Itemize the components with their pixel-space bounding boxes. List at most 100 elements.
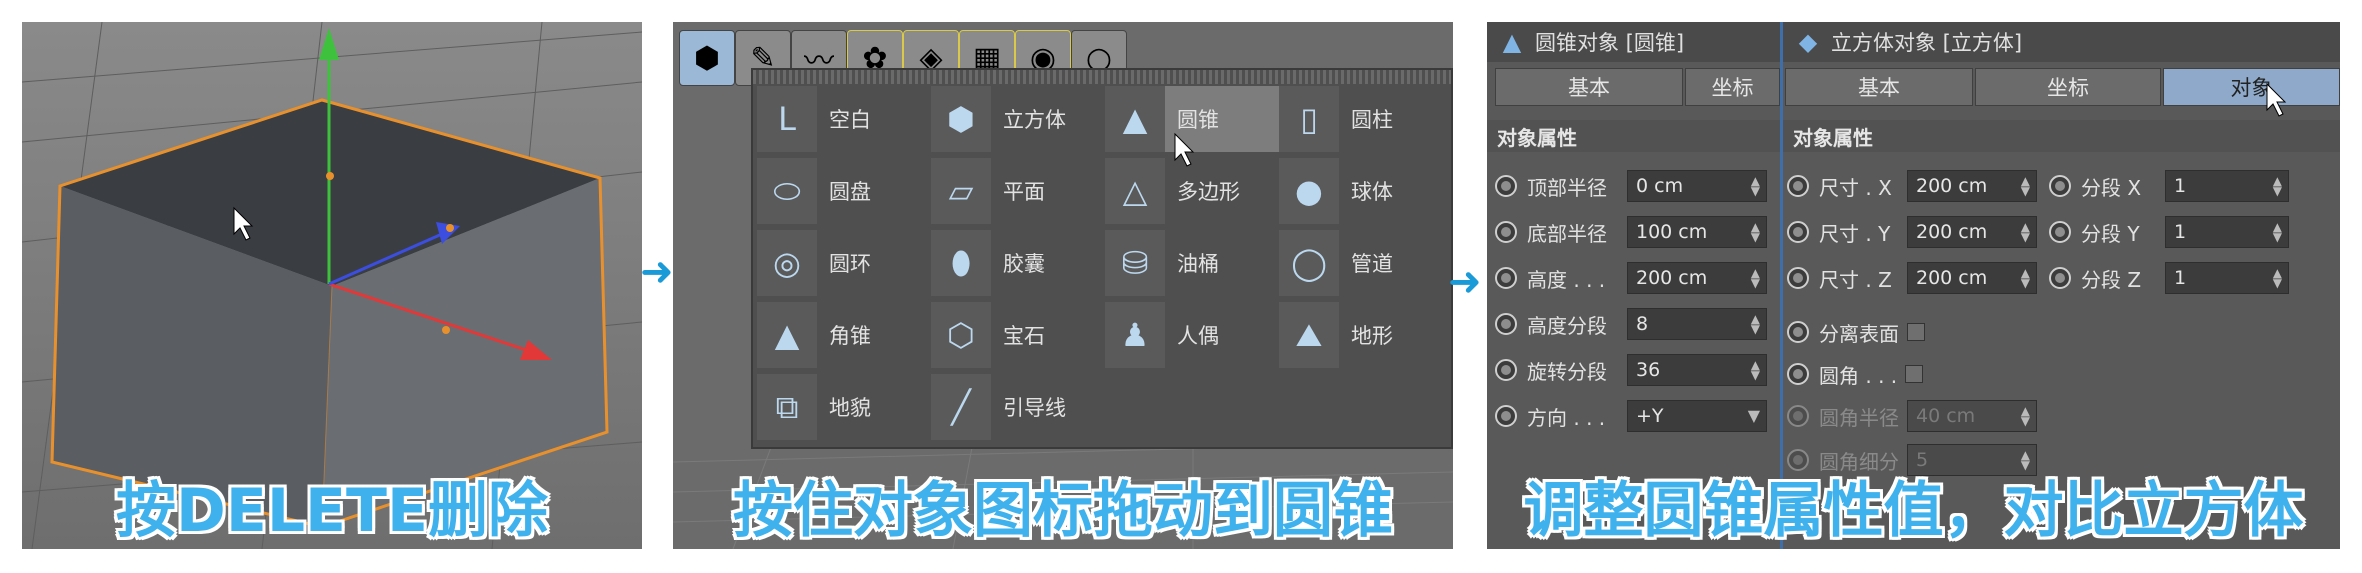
menu-item-label: 宝石 <box>1003 324 1045 348</box>
menu-item-cube[interactable]: ⬢ 立方体 <box>931 86 1105 152</box>
spinner-icon[interactable]: ▲ ▼ <box>2021 267 2030 289</box>
cone-field-2-anim-toggle[interactable] <box>1495 267 1517 289</box>
menu-item-label: 空白 <box>829 108 871 132</box>
spinner-icon[interactable]: ▲ ▼ <box>2021 221 2030 243</box>
menu-item-torus[interactable]: ◎ 圆环 <box>757 230 931 296</box>
cone-field-1-anim-toggle[interactable] <box>1495 221 1517 243</box>
spinner-icon[interactable]: ▲ ▼ <box>2021 405 2030 427</box>
viewport-panel[interactable]: 按DELETE删除 <box>22 22 642 549</box>
spinner-icon[interactable]: ▲ ▼ <box>2273 267 2282 289</box>
cone-field-4-field[interactable]: 36 ▲ ▼ <box>1627 354 1767 386</box>
cube-check-1-label: 圆角 . . . <box>1819 363 1898 388</box>
cone-field-2-row: 高度 . . . <box>1495 260 1605 296</box>
null-icon: L <box>757 86 817 152</box>
cube-check-1-checkbox[interactable] <box>1905 365 1924 383</box>
menu-item-disc[interactable]: ⬭ 圆盘 <box>757 158 931 224</box>
cube-check-0-row: 分离表面 <box>1787 314 1925 350</box>
cube-size-0-anim-toggle[interactable] <box>1787 175 1809 197</box>
menu-item-label: 平面 <box>1003 180 1045 204</box>
cube-icon: ◆ <box>1798 28 1818 56</box>
cube-size-0-field[interactable]: 200 cm ▲ ▼ <box>1907 170 2037 202</box>
arrow-right-icon: ➜ <box>640 249 674 295</box>
tab-cube-coord[interactable]: 坐标 <box>1975 68 2161 106</box>
menu-item-label: 立方体 <box>1003 108 1066 132</box>
cube-size-1-label: 尺寸 . Y <box>1819 221 1891 246</box>
menu-item-null[interactable]: L 空白 <box>757 86 931 152</box>
menu-item-label: 圆环 <box>829 252 871 276</box>
cube-check-1-anim-toggle[interactable] <box>1787 363 1809 385</box>
tab-cube-object[interactable]: 对象 <box>2163 68 2340 106</box>
menu-item-landscape[interactable]: ⛰ 地形 <box>1279 302 1453 368</box>
cube-size-2-field[interactable]: 200 cm ▲ ▼ <box>1907 262 2037 294</box>
menu-item-cylinder[interactable]: ▯ 圆柱 <box>1279 86 1453 152</box>
cone-field-0-anim-toggle[interactable] <box>1495 175 1517 197</box>
spinner-icon[interactable]: ▲ ▼ <box>2273 175 2282 197</box>
cube-seg-1-anim-toggle[interactable] <box>2049 221 2071 243</box>
cube-seg-2-value: 1 <box>2174 267 2187 289</box>
cube-check-0-anim-toggle[interactable] <box>1787 321 1809 343</box>
menu-item-plane[interactable]: ▱ 平面 <box>931 158 1105 224</box>
cube-size-2-anim-toggle[interactable] <box>1787 267 1809 289</box>
cube-icon: ⬢ <box>931 86 991 152</box>
cube-seg-2-field[interactable]: 1 ▲ ▼ <box>2165 262 2289 294</box>
menu-item-capsule[interactable]: ⬮ 胶囊 <box>931 230 1105 296</box>
menu-item-pyramid[interactable]: ▲ 角锥 <box>757 302 931 368</box>
spinner-icon[interactable]: ▲ ▼ <box>1751 267 1760 289</box>
cone-field-1-field[interactable]: 100 cm ▲ ▼ <box>1627 216 1767 248</box>
tab-cone-basic[interactable]: 基本 <box>1495 68 1683 106</box>
cone-attr-header: ▲ 圆锥对象 [圆锥] <box>1487 22 1780 62</box>
cube-fillet-radius-field[interactable]: 40 cm ▲ ▼ <box>1907 400 2037 432</box>
spinner-icon[interactable]: ▲ ▼ <box>1751 175 1760 197</box>
cube-check-0-checkbox[interactable] <box>1907 323 1925 341</box>
cube-size-1-anim-toggle[interactable] <box>1787 221 1809 243</box>
cube-seg-0-field[interactable]: 1 ▲ ▼ <box>2165 170 2289 202</box>
cone-field-5-field[interactable]: +Y ▼ <box>1627 400 1767 432</box>
cube-check-0-label: 分离表面 <box>1819 321 1899 346</box>
cone-field-0-field[interactable]: 0 cm ▲ ▼ <box>1627 170 1767 202</box>
cube-seg-0-anim-toggle[interactable] <box>2049 175 2071 197</box>
menu-item-sphere[interactable]: ● 球体 <box>1279 158 1453 224</box>
cone-field-3-field[interactable]: 8 ▲ ▼ <box>1627 308 1767 340</box>
mouse-cursor-icon <box>1174 132 1195 167</box>
pyramid-icon: ▲ <box>757 302 817 368</box>
cube-size-1-field[interactable]: 200 cm ▲ ▼ <box>1907 216 2037 248</box>
menu-item-platonic[interactable]: ⬡ 宝石 <box>931 302 1105 368</box>
cube-size-2-value: 200 cm <box>1916 267 1988 289</box>
step3-caption: 调整圆锥属性值，对比立方体 <box>1523 476 2304 546</box>
cone-field-3-anim-toggle[interactable] <box>1495 313 1517 335</box>
cone-field-2-value: 200 cm <box>1636 267 1708 289</box>
cube-fillet-radius-value: 40 cm <box>1916 405 1976 427</box>
cube-seg-2-anim-toggle[interactable] <box>2049 267 2071 289</box>
cube-check-1-row: 圆角 . . . <box>1787 356 1924 392</box>
cube-icon[interactable]: ⬢ <box>679 30 735 86</box>
spinner-icon[interactable]: ▲ ▼ <box>1751 313 1760 335</box>
tab-cone-coord[interactable]: 坐标 <box>1685 68 1780 106</box>
chevron-down-icon[interactable]: ▼ <box>1748 406 1760 426</box>
menu-item-oil-tank[interactable]: ⛁ 油桶 <box>1105 230 1279 296</box>
menu-item-relief[interactable]: ⧉ 地貌 <box>757 374 931 440</box>
cone-field-2-label: 高度 . . . <box>1527 267 1606 292</box>
cone-field-0-value: 0 cm <box>1636 175 1684 197</box>
menu-item-guide[interactable]: ╱ 引导线 <box>931 374 1105 440</box>
menu-item-label: 引导线 <box>1003 396 1066 420</box>
tab-cube-basic[interactable]: 基本 <box>1785 68 1973 106</box>
cube-size-0-label: 尺寸 . X <box>1819 175 1892 200</box>
cube-fillet-radius-anim-toggle[interactable] <box>1787 405 1809 427</box>
menu-item-figure[interactable]: ♟ 人偶 <box>1105 302 1279 368</box>
cube-seg-1-field[interactable]: 1 ▲ ▼ <box>2165 216 2289 248</box>
sphere-icon: ● <box>1279 158 1339 224</box>
spinner-icon[interactable]: ▲ ▼ <box>2273 221 2282 243</box>
menu-item-tube[interactable]: ◯ 管道 <box>1279 230 1453 296</box>
cone-field-2-field[interactable]: 200 cm ▲ ▼ <box>1627 262 1767 294</box>
cone-field-4-anim-toggle[interactable] <box>1495 359 1517 381</box>
cone-title: 圆锥对象 [圆锥] <box>1535 31 1685 55</box>
cone-field-5-anim-toggle[interactable] <box>1495 405 1517 427</box>
spinner-icon[interactable]: ▲ ▼ <box>2021 175 2030 197</box>
spinner-icon[interactable]: ▲ ▼ <box>1751 221 1760 243</box>
spinner-icon[interactable]: ▲ ▼ <box>1751 359 1760 381</box>
step2-caption: 按住对象图标拖动到圆锥 <box>733 476 1393 546</box>
cone-field-5-label: 方向 . . . <box>1527 405 1606 430</box>
cone-section-title: 对象属性 <box>1487 120 1780 152</box>
menu-item-label: 油桶 <box>1177 252 1219 276</box>
menu-drag-handle[interactable] <box>753 70 1451 84</box>
